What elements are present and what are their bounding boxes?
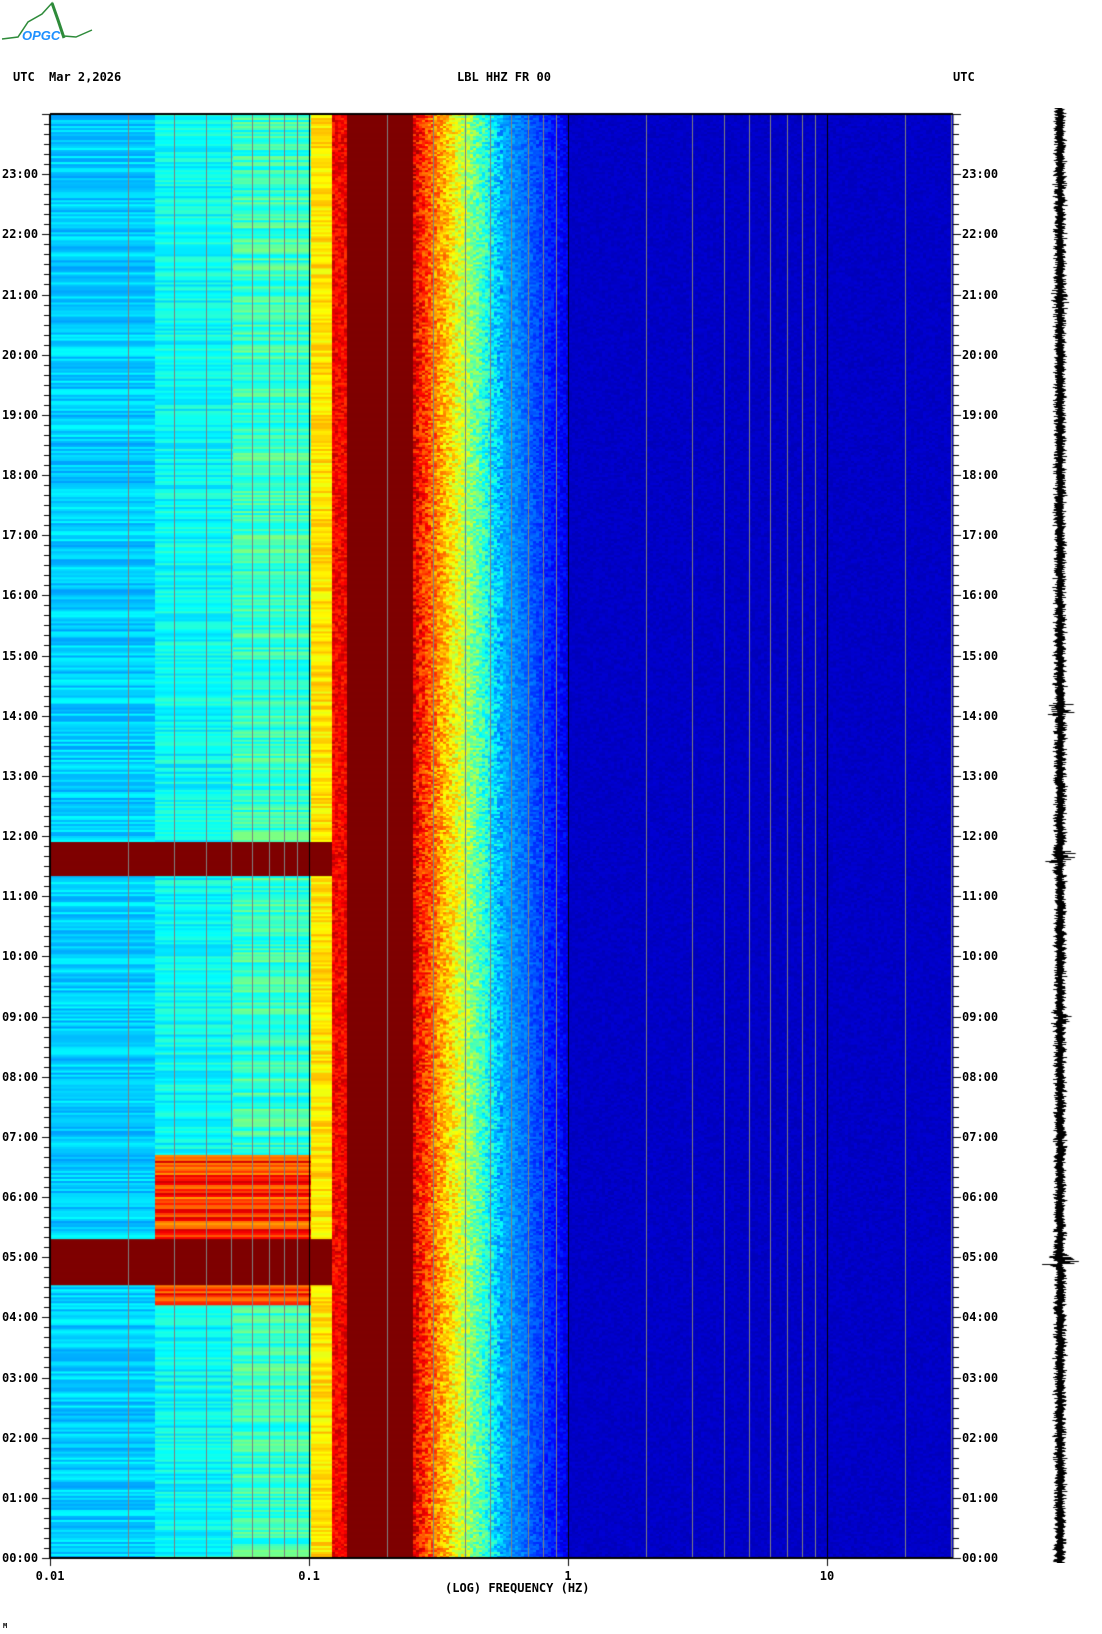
y-tick-label-left: 13:00	[2, 768, 39, 783]
x-tick-label: 0.01	[35, 1569, 65, 1583]
date-label: Mar 2,2026	[49, 70, 122, 84]
y-tick-label-right: 13:00	[962, 768, 999, 783]
x-tick-label: 10	[819, 1569, 835, 1583]
y-tick-label-left: 00:00	[2, 1551, 39, 1565]
y-tick-label-right: 06:00	[962, 1190, 999, 1204]
seismogram-trace	[1030, 108, 1090, 1563]
y-tick-label-right: 21:00	[962, 287, 999, 302]
y-tick-label-left: 23:00	[2, 167, 39, 182]
y-tick-label-right: 20:00	[962, 347, 999, 362]
y-tick-label-left: 10:00	[2, 949, 39, 964]
y-tick-label-left: 16:00	[2, 588, 39, 603]
x-axis-title: (LOG) FREQUENCY (HZ)	[445, 1581, 590, 1595]
y-tick-label-right: 09:00	[962, 1009, 999, 1024]
y-tick-label-right: 19:00	[962, 407, 999, 422]
y-tick-label-right: 22:00	[962, 227, 999, 242]
y-tick-label-right: 11:00	[962, 889, 999, 904]
chart-title: LBL HHZ FR 00	[457, 70, 551, 84]
y-tick-label-right: 16:00	[962, 588, 999, 603]
y-tick-label-left: 06:00	[2, 1190, 39, 1204]
svg-text:OPGC: OPGC	[22, 28, 61, 43]
y-tick-label-left: 15:00	[2, 648, 39, 663]
y-tick-label-right: 23:00	[962, 167, 999, 182]
y-tick-label-right: 10:00	[962, 949, 999, 964]
y-tick-label-left: 04:00	[2, 1310, 39, 1325]
y-tick-label-left: 02:00	[2, 1430, 39, 1445]
y-tick-label-left: 07:00	[2, 1129, 39, 1144]
y-tick-label-right: 07:00	[962, 1129, 999, 1144]
y-tick-label-left: 11:00	[2, 889, 39, 904]
y-tick-label-left: 08:00	[2, 1069, 39, 1084]
y-tick-label-left: 03:00	[2, 1370, 39, 1385]
y-tick-label-right: 17:00	[962, 528, 999, 543]
y-tick-label-left: 14:00	[2, 708, 39, 723]
footer-mark: M	[3, 1622, 8, 1630]
y-tick-label-right: 02:00	[962, 1430, 999, 1445]
y-tick-label-right: 14:00	[962, 708, 999, 723]
spectrogram-plot	[0, 104, 1030, 1570]
x-tick-label: 0.1	[298, 1569, 320, 1583]
y-tick-label-left: 17:00	[2, 528, 39, 543]
y-tick-label-left: 01:00	[2, 1490, 39, 1505]
y-tick-label-right: 12:00	[962, 829, 999, 843]
y-tick-label-right: 15:00	[962, 648, 999, 663]
left-timezone-label: UTC	[13, 70, 35, 84]
y-tick-label-left: 19:00	[2, 407, 39, 422]
opgc-logo: OPGC	[1, 1, 93, 43]
y-tick-label-left: 18:00	[2, 468, 39, 482]
y-tick-label-left: 21:00	[2, 287, 39, 302]
right-timezone-label: UTC	[953, 70, 975, 84]
y-tick-label-right: 04:00	[962, 1310, 999, 1325]
y-tick-label-right: 03:00	[962, 1370, 999, 1385]
y-tick-label-right: 18:00	[962, 468, 999, 482]
y-tick-label-right: 05:00	[962, 1250, 999, 1265]
y-tick-label-left: 09:00	[2, 1009, 39, 1024]
y-tick-label-left: 22:00	[2, 227, 39, 242]
y-tick-label-right: 00:00	[962, 1551, 999, 1565]
y-tick-label-right: 08:00	[962, 1069, 999, 1084]
y-tick-label-left: 20:00	[2, 347, 39, 362]
y-tick-label-right: 01:00	[962, 1490, 999, 1505]
y-tick-label-left: 12:00	[2, 829, 39, 843]
y-tick-label-left: 05:00	[2, 1250, 39, 1265]
